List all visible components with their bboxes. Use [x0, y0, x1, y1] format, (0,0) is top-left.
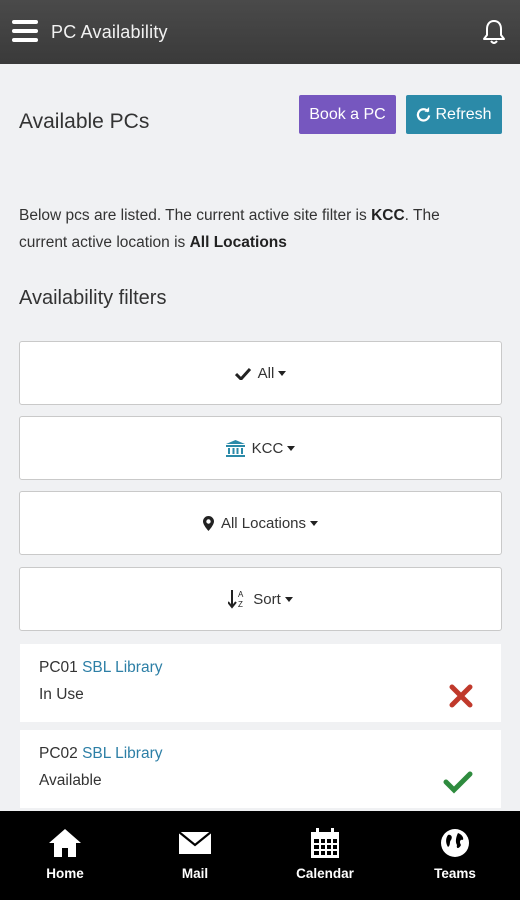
map-marker-icon [202, 515, 214, 531]
nav-home[interactable]: Home [0, 811, 130, 900]
home-icon [49, 829, 81, 857]
pc-status: Available [39, 772, 102, 789]
site-filter-dropdown[interactable]: KCC [19, 416, 502, 480]
check-icon [443, 771, 473, 794]
nav-mail-label: Mail [181, 866, 209, 881]
x-icon [449, 684, 473, 708]
main-content: Available PCs Book a PC Refresh Below pc… [0, 64, 520, 811]
page-title: Available PCs [19, 110, 150, 133]
nav-teams[interactable]: Teams [390, 811, 520, 900]
pc-card[interactable]: PC01 SBL Library In Use [20, 644, 501, 722]
mail-icon [178, 831, 212, 854]
availability-filter-dropdown[interactable]: All [19, 341, 502, 405]
active-location: All Locations [189, 234, 287, 251]
bell-icon[interactable] [480, 18, 508, 46]
pc-name: PC02 [39, 745, 78, 762]
refresh-button[interactable]: Refresh [406, 95, 502, 134]
hamburger-icon[interactable] [12, 20, 38, 44]
institution-icon [225, 439, 245, 457]
refresh-icon [417, 107, 431, 122]
pc-status: In Use [39, 686, 84, 703]
caret-down-icon [287, 445, 296, 451]
caret-down-icon [284, 596, 293, 602]
filters-title: Availability filters [19, 287, 167, 309]
caret-down-icon [278, 370, 287, 376]
location-filter-dropdown[interactable]: All Locations [19, 491, 502, 555]
calendar-icon [311, 828, 339, 858]
nav-teams-label: Teams [434, 866, 476, 881]
sort-alpha-icon: A Z [228, 589, 246, 609]
active-site: KCC [371, 207, 405, 224]
caret-down-icon [310, 520, 319, 526]
book-pc-button[interactable]: Book a PC [299, 95, 396, 134]
sort-dropdown[interactable]: A Z Sort [19, 567, 502, 631]
globe-icon [441, 829, 469, 857]
pc-location-link[interactable]: SBL Library [82, 745, 162, 762]
svg-text:A: A [238, 590, 244, 599]
top-app-bar: PC Availability [0, 0, 520, 64]
svg-text:Z: Z [238, 600, 243, 609]
pc-name: PC01 [39, 659, 78, 676]
pc-card[interactable]: PC02 SBL Library Available [20, 730, 501, 808]
nav-home-label: Home [46, 866, 84, 881]
nav-calendar[interactable]: Calendar [260, 811, 390, 900]
nav-mail[interactable]: Mail [130, 811, 260, 900]
refresh-label: Refresh [435, 105, 492, 123]
check-icon [234, 367, 251, 380]
nav-calendar-label: Calendar [296, 866, 354, 881]
bottom-navigation: Home Mail Calendar Teams [0, 811, 520, 900]
app-title: PC Availability [51, 22, 168, 42]
pc-location-link[interactable]: SBL Library [82, 659, 162, 676]
filter-description: Below pcs are listed. The current active… [19, 207, 440, 251]
